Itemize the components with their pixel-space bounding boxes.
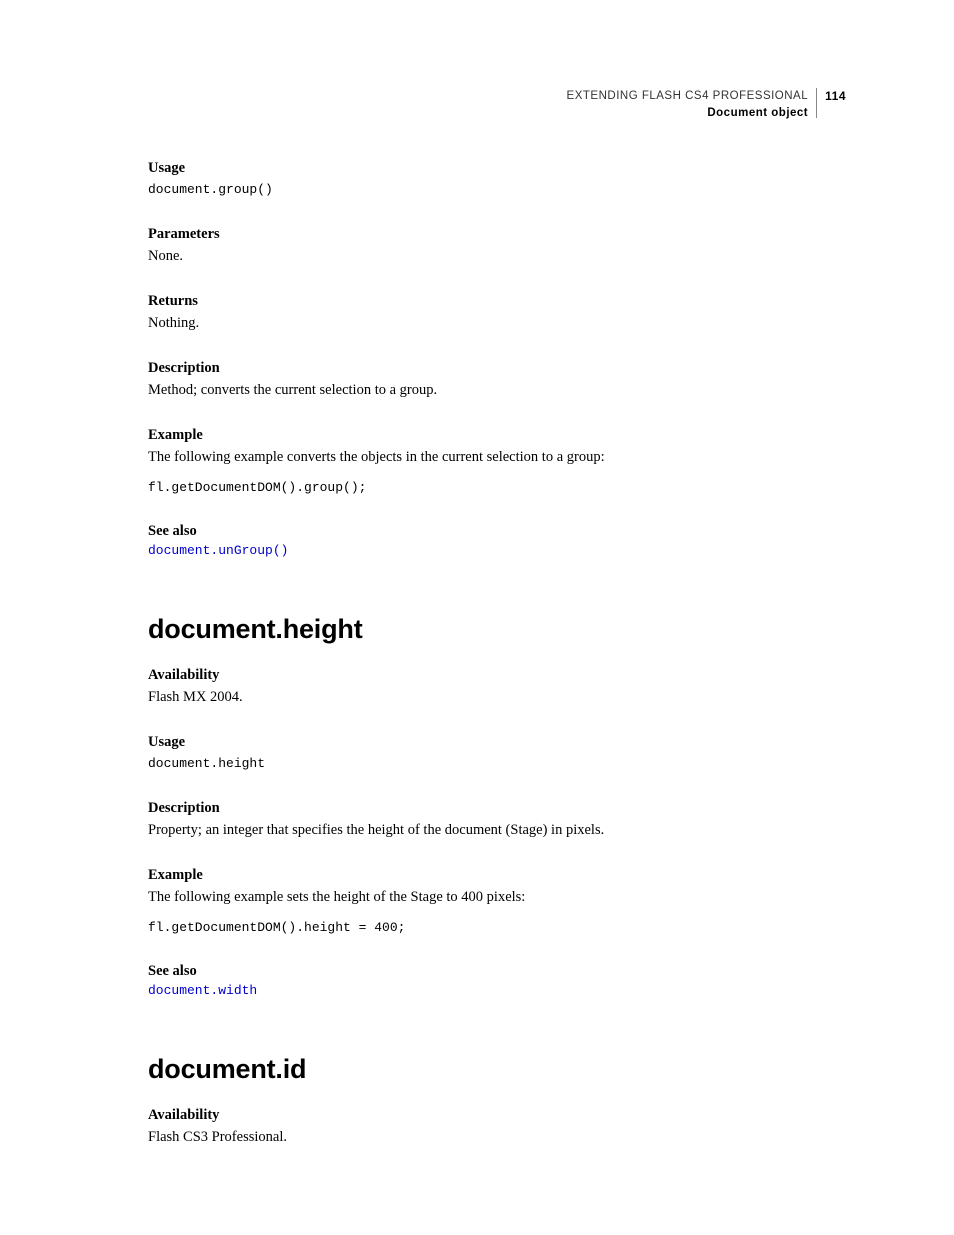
usage-code: document.group() [148, 180, 844, 200]
parameters-label: Parameters [148, 226, 844, 243]
example-label-2: Example [148, 867, 844, 884]
seealso-link-2[interactable]: document.width [148, 983, 844, 998]
returns-text: Nothing. [148, 313, 844, 334]
description-text-2: Property; an integer that specifies the … [148, 820, 844, 841]
description-text: Method; converts the current selection t… [148, 380, 844, 401]
availability-text: Flash MX 2004. [148, 687, 844, 708]
api-heading-height: document.height [148, 614, 844, 645]
usage-code-2: document.height [148, 754, 844, 774]
availability-label: Availability [148, 667, 844, 684]
example-text: The following example converts the objec… [148, 447, 844, 468]
returns-label: Returns [148, 293, 844, 310]
description-label: Description [148, 360, 844, 377]
usage-label-2: Usage [148, 734, 844, 751]
page-content: Usage document.group() Parameters None. … [148, 160, 844, 1148]
example-label: Example [148, 427, 844, 444]
seealso-label: See also [148, 523, 844, 540]
page-header: EXTENDING FLASH CS4 PROFESSIONAL Documen… [567, 88, 846, 121]
seealso-label-2: See also [148, 963, 844, 980]
api-heading-id: document.id [148, 1054, 844, 1085]
description-label-2: Description [148, 800, 844, 817]
page-number: 114 [825, 88, 846, 105]
example-code: fl.getDocumentDOM().group(); [148, 478, 844, 498]
seealso-link[interactable]: document.unGroup() [148, 543, 844, 558]
availability-text-3: Flash CS3 Professional. [148, 1127, 844, 1148]
header-doc-title: EXTENDING FLASH CS4 PROFESSIONAL [567, 88, 809, 104]
availability-label-3: Availability [148, 1107, 844, 1124]
header-divider [816, 88, 817, 118]
usage-label: Usage [148, 160, 844, 177]
example-text-2: The following example sets the height of… [148, 887, 844, 908]
parameters-text: None. [148, 246, 844, 267]
header-section-title: Document object [567, 105, 809, 121]
example-code-2: fl.getDocumentDOM().height = 400; [148, 918, 844, 938]
